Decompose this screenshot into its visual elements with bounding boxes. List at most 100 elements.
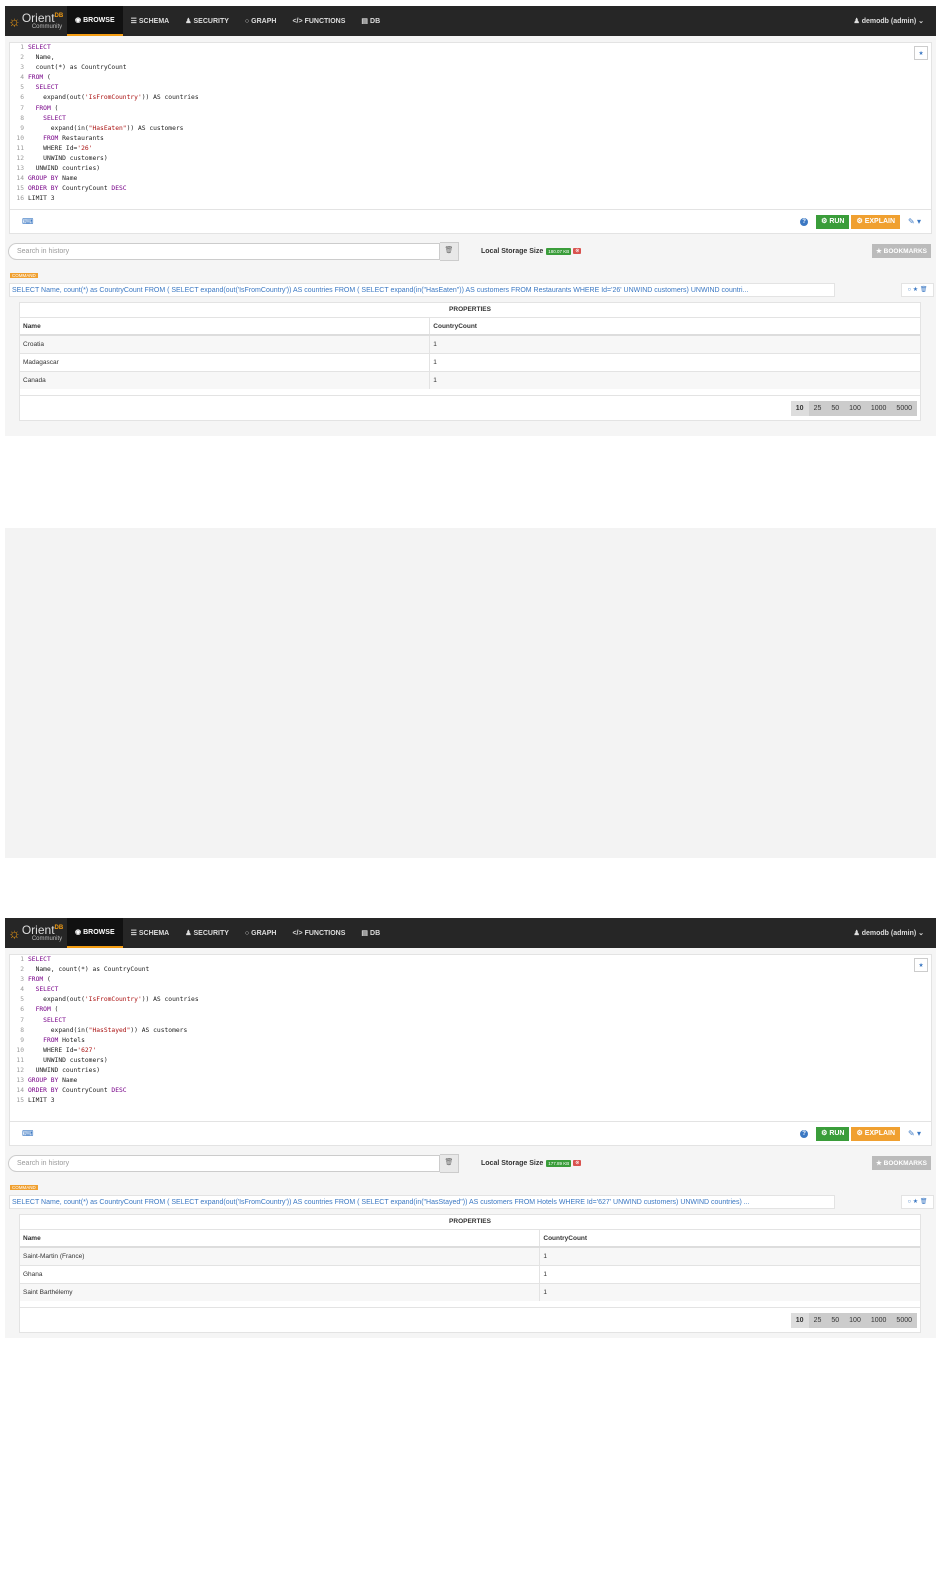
run-button[interactable]: ⚙ RUN: [816, 214, 850, 229]
code-area[interactable]: 1 SELECT 2 Name, 3 count(*) as CountryCount…: [10, 43, 931, 205]
nav-browse-label: BROWSE: [83, 16, 115, 24]
help-icon[interactable]: ?: [800, 1129, 809, 1138]
explain-button[interactable]: ⚙ EXPLAIN: [851, 1126, 901, 1141]
nav-browse[interactable]: ◉ BROWSE: [67, 918, 123, 948]
code-line: 3 count(*) as CountryCount: [10, 63, 931, 73]
command-actions[interactable]: ○ ★ 🗑: [901, 1195, 934, 1209]
page-size-100[interactable]: 100: [844, 1313, 866, 1328]
nav-db[interactable]: ▤ DB: [353, 918, 388, 948]
star-icon[interactable]: ★: [914, 958, 928, 972]
column-header-countrycount[interactable]: CountryCount: [539, 1230, 920, 1248]
bookmarks-button[interactable]: ★ BOOKMARKS: [872, 244, 931, 258]
wrench-icon[interactable]: ✎ ▾: [902, 1129, 927, 1138]
command-actions[interactable]: ○ ★ 🗑: [901, 283, 934, 297]
code-line: 10 WHERE Id='627': [10, 1046, 931, 1056]
column-header-countrycount[interactable]: CountryCount: [429, 318, 920, 336]
line-number: 5: [20, 84, 24, 92]
keyboard-icon[interactable]: ⌨: [22, 1129, 34, 1138]
nav-browse[interactable]: ◉ BROWSE: [67, 6, 123, 36]
code-icon: </>: [292, 929, 303, 937]
page-size-50[interactable]: 50: [826, 401, 844, 416]
nav-security[interactable]: ♟ SECURITY: [177, 918, 237, 948]
line-number: 10: [16, 1046, 24, 1054]
page-size-5000[interactable]: 5000: [891, 401, 917, 416]
nav-schema[interactable]: ☰ SCHEMA: [123, 918, 178, 948]
user-menu[interactable]: ♟ demodb (admin) ⌄: [854, 17, 936, 25]
table-row[interactable]: Croatia 1: [20, 334, 920, 354]
query-editor[interactable]: 1 SELECT 2 Name, count(*) as CountryCount 3…: [9, 954, 932, 1122]
line-number: 14: [16, 1087, 24, 1095]
line-number: 13: [16, 1077, 24, 1085]
cell-name: Saint Barthélemy: [20, 1283, 541, 1301]
code-area[interactable]: 1 SELECT 2 Name, count(*) as CountryCount 3…: [10, 955, 931, 1106]
eye-icon: ◉: [75, 929, 82, 936]
page-size-100[interactable]: 100: [844, 401, 866, 416]
pagination: 10 25 50 100 1000 5000: [20, 395, 920, 420]
command-text[interactable]: SELECT Name, count(*) as CountryCount FR…: [9, 283, 835, 297]
line-number: 9: [20, 124, 24, 132]
page-size-25[interactable]: 25: [809, 401, 827, 416]
history-search-input[interactable]: Search in history: [8, 1154, 440, 1172]
explain-button[interactable]: ⚙ EXPLAIN: [851, 214, 901, 229]
run-button[interactable]: ⚙ RUN: [816, 1126, 850, 1141]
orientdb-logo[interactable]: ☼ OrientDB Community: [5, 6, 67, 36]
table-icon: ☰: [130, 18, 137, 25]
line-number: 11: [16, 1056, 24, 1064]
bookmarks-button[interactable]: ★ BOOKMARKS: [872, 1156, 931, 1170]
results-panel: PROPERTIES Name CountryCount Saint-Marti…: [19, 1214, 921, 1333]
table-row[interactable]: Madagascar 1: [20, 353, 920, 372]
code-line: 15 ORDER BY CountryCount DESC: [10, 184, 931, 194]
trash-icon[interactable]: 🗑: [440, 1153, 459, 1173]
code-line: 12 UNWIND customers): [10, 154, 931, 164]
circle-icon: ○: [244, 929, 250, 937]
table-row[interactable]: Ghana 1: [20, 1265, 920, 1284]
command-text[interactable]: SELECT Name, count(*) as CountryCount FR…: [9, 1195, 835, 1209]
line-number: 11: [16, 144, 24, 152]
page-size-1000[interactable]: 1000: [866, 401, 892, 416]
line-number: 6: [20, 94, 24, 102]
clear-storage-icon[interactable]: ⊗: [573, 248, 582, 254]
wrench-icon[interactable]: ✎ ▾: [902, 217, 927, 226]
help-icon[interactable]: ?: [800, 217, 809, 226]
page-size-5000[interactable]: 5000: [891, 1313, 917, 1328]
nav-graph[interactable]: ○ GRAPH: [237, 6, 285, 36]
nav-db[interactable]: ▤ DB: [353, 6, 388, 36]
column-header-name[interactable]: Name: [20, 318, 431, 336]
nav-functions[interactable]: </> FUNCTIONS: [284, 6, 353, 36]
orientdb-logo[interactable]: ☼ OrientDB Community: [5, 918, 67, 948]
code-icon: </>: [292, 17, 303, 25]
star-icon[interactable]: ★: [914, 46, 928, 60]
page-size-10[interactable]: 10: [790, 1312, 809, 1328]
line-number: 2: [20, 54, 24, 62]
clear-storage-icon[interactable]: ⊗: [573, 1160, 582, 1166]
page-size-25[interactable]: 25: [809, 1313, 827, 1328]
nav-schema[interactable]: ☰ SCHEMA: [123, 6, 178, 36]
line-number: 12: [16, 1067, 24, 1075]
nav-security[interactable]: ♟ SECURITY: [177, 6, 237, 36]
nav-graph[interactable]: ○ GRAPH: [237, 918, 285, 948]
table-row[interactable]: Saint-Martin (France) 1: [20, 1246, 920, 1266]
trash-icon[interactable]: 🗑: [440, 241, 459, 261]
nav-db-label: DB: [370, 17, 381, 25]
code-line: 9 expand(in("HasEaten")) AS customers: [10, 124, 931, 134]
cell-name: Saint-Martin (France): [20, 1246, 541, 1266]
column-header-name[interactable]: Name: [20, 1230, 541, 1248]
nav-functions[interactable]: </> FUNCTIONS: [284, 918, 353, 948]
page-size-10[interactable]: 10: [790, 400, 809, 416]
cell-countrycount: 1: [429, 334, 920, 354]
cell-countrycount: 1: [429, 371, 920, 389]
keyboard-icon[interactable]: ⌨: [22, 217, 34, 226]
logo-sun-icon: ☼: [8, 13, 21, 29]
table-row[interactable]: Canada 1: [20, 371, 920, 389]
user-menu[interactable]: ♟ demodb (admin) ⌄: [854, 929, 936, 937]
results-table: Name CountryCount Saint-Martin (France) 1…: [20, 1230, 920, 1301]
table-row[interactable]: Saint Barthélemy 1: [20, 1283, 920, 1301]
nav-security-label: SECURITY: [193, 17, 229, 25]
line-number: 13: [16, 165, 24, 173]
page-size-1000[interactable]: 1000: [866, 1313, 892, 1328]
page-size-50[interactable]: 50: [826, 1313, 844, 1328]
history-search-input[interactable]: Search in history: [8, 242, 440, 260]
code-line: 13 UNWIND countries): [10, 164, 931, 174]
code-line: 5 expand(out('IsFromCountry')) AS countr…: [10, 995, 931, 1005]
query-editor[interactable]: 1 SELECT 2 Name, 3 count(*) as CountryCount…: [9, 42, 932, 210]
